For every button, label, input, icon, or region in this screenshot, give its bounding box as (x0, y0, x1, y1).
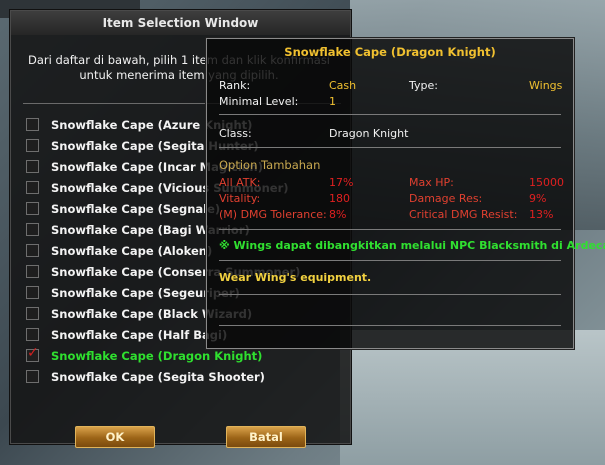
checkbox[interactable] (26, 370, 39, 383)
checkbox[interactable] (26, 160, 39, 173)
divider (219, 114, 561, 115)
window-title: Item Selection Window (11, 11, 350, 35)
checkbox[interactable] (26, 328, 39, 341)
cancel-button[interactable]: Batal (226, 426, 306, 448)
divider (219, 325, 561, 326)
rank-value: Cash (329, 79, 357, 92)
checkbox[interactable] (26, 286, 39, 299)
checkbox[interactable] (26, 307, 39, 320)
option-name: Damage Res: (409, 192, 483, 205)
type-value: Wings (529, 79, 563, 92)
checkbox[interactable] (26, 181, 39, 194)
option-value: 17% (329, 176, 354, 189)
option-value: 15000 (529, 176, 564, 189)
item-label: Snowflake Cape (Dragon Knight) (51, 348, 263, 363)
option-value: 13% (529, 208, 554, 221)
class-label: Class: (219, 127, 252, 140)
option-name: Vitality: (219, 192, 261, 205)
ok-button[interactable]: OK (75, 426, 155, 448)
item-label: Snowflake Cape (Half Bagi) (51, 327, 228, 342)
checkbox[interactable] (26, 202, 39, 215)
item-label: Snowflake Cape (Segnale) (51, 201, 221, 216)
list-item[interactable]: Snowflake Cape (Segita Shooter) (26, 366, 346, 387)
equip-note: Wear Wing's equipment. (219, 271, 372, 284)
option-value: 9% (529, 192, 547, 205)
tooltip-title: Snowflake Cape (Dragon Knight) (284, 45, 496, 59)
checkbox-checked[interactable] (26, 345, 39, 362)
option-name: Max HP: (409, 176, 454, 189)
min-level-value: 1 (329, 95, 336, 108)
checkbox[interactable] (26, 139, 39, 152)
item-label: Snowflake Cape (Aloken) (51, 243, 213, 258)
awaken-note: ※ Wings dapat dibangkitkan melalui NPC B… (219, 239, 605, 252)
checkbox[interactable] (26, 223, 39, 236)
option-name: (M) DMG Tolerance: (219, 208, 327, 221)
checkbox[interactable] (26, 118, 39, 131)
type-label: Type: (409, 79, 438, 92)
rank-label: Rank: (219, 79, 251, 92)
option-name: All ATK: (219, 176, 261, 189)
divider (219, 260, 561, 261)
divider (219, 229, 561, 230)
item-tooltip: Snowflake Cape (Dragon Knight) Rank: Cas… (206, 38, 605, 349)
divider (219, 147, 561, 148)
option-value: 180 (329, 192, 350, 205)
background-ground (340, 330, 605, 465)
checkbox[interactable] (26, 265, 39, 278)
item-label: Snowflake Cape (Segita Shooter) (51, 369, 265, 384)
option-value: 8% (329, 208, 347, 221)
checkbox[interactable] (26, 244, 39, 257)
divider (219, 294, 561, 295)
option-title: Option Tambahan (219, 158, 321, 172)
min-level-label: Minimal Level: (219, 95, 299, 108)
option-name: Critical DMG Resist: (409, 208, 518, 221)
class-value: Dragon Knight (329, 127, 409, 140)
